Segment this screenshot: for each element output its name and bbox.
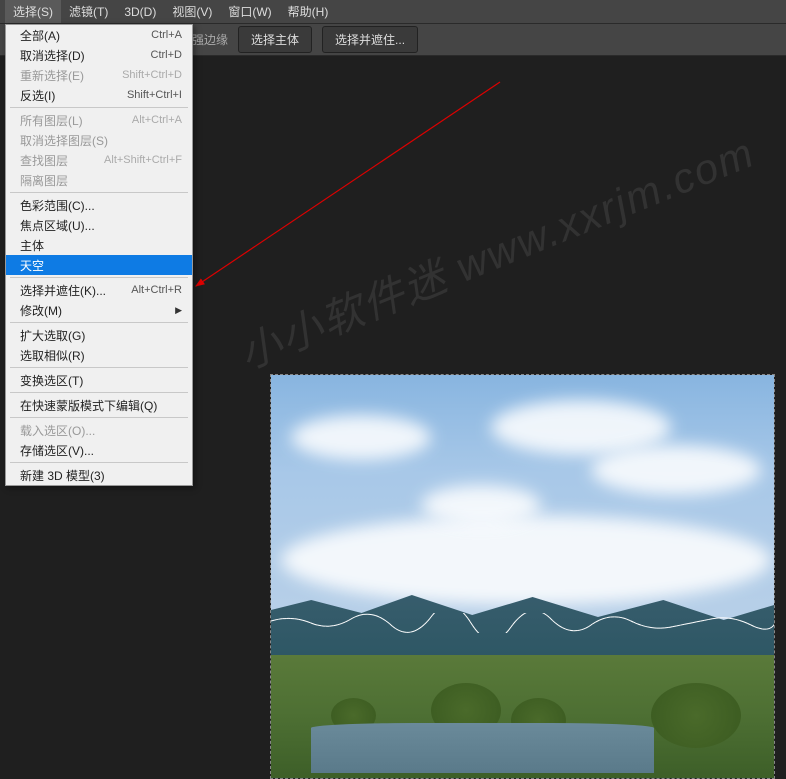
menu-item-label: 反选(I)	[20, 87, 55, 104]
menu-item-label: 天空	[20, 257, 44, 274]
menu-item-label: 色彩范围(C)...	[20, 197, 95, 214]
menu-separator	[10, 322, 188, 323]
menu-item: 隔离图层	[6, 170, 192, 190]
menu-select[interactable]: 选择(S)	[5, 0, 61, 23]
menu-separator	[10, 277, 188, 278]
menu-item[interactable]: 选取相似(R)	[6, 345, 192, 365]
menu-separator	[10, 392, 188, 393]
menu-item[interactable]: 反选(I) Shift+Ctrl+I	[6, 85, 192, 105]
menu-shortcut: Alt+Shift+Ctrl+F	[104, 154, 182, 166]
menu-item-label: 隔离图层	[20, 172, 68, 189]
water-region	[311, 723, 654, 773]
menu-item[interactable]: 色彩范围(C)...	[6, 195, 192, 215]
menu-item[interactable]: 选择并遮住(K)... Alt+Ctrl+R	[6, 280, 192, 300]
menu-shortcut: Ctrl+D	[151, 49, 182, 61]
menu-item-label: 选择并遮住(K)...	[20, 282, 106, 299]
menu-separator	[10, 417, 188, 418]
ground-region	[271, 655, 774, 778]
chevron-right-icon: ▶	[175, 305, 182, 316]
menu-separator	[10, 107, 188, 108]
menu-filter[interactable]: 滤镜(T)	[61, 0, 116, 23]
menu-item[interactable]: 取消选择(D) Ctrl+D	[6, 45, 192, 65]
menu-item[interactable]: 天空	[6, 255, 192, 275]
sky-region	[271, 375, 774, 623]
selection-marquee	[271, 613, 775, 633]
menu-item-label: 载入选区(O)...	[20, 422, 95, 439]
menu-item[interactable]: 主体	[6, 235, 192, 255]
menu-separator	[10, 367, 188, 368]
menu-shortcut: Alt+Ctrl+R	[131, 284, 182, 296]
menu-item-label: 全部(A)	[20, 27, 60, 44]
menu-separator	[10, 192, 188, 193]
menubar: 选择(S) 滤镜(T) 3D(D) 视图(V) 窗口(W) 帮助(H)	[0, 0, 786, 24]
menu-item: 重新选择(E) Shift+Ctrl+D	[6, 65, 192, 85]
select-dropdown-menu: 全部(A) Ctrl+A 取消选择(D) Ctrl+D 重新选择(E) Shift+Ctr…	[5, 24, 193, 486]
select-subject-button[interactable]: 选择主体	[238, 26, 312, 53]
menu-item-label: 在快速蒙版模式下编辑(Q)	[20, 397, 157, 414]
menu-item-label: 取消选择图层(S)	[20, 132, 108, 149]
document-image[interactable]	[270, 374, 775, 779]
select-and-mask-button[interactable]: 选择并遮住...	[322, 26, 418, 53]
menu-3d[interactable]: 3D(D)	[116, 2, 164, 22]
menu-item: 查找图层 Alt+Shift+Ctrl+F	[6, 150, 192, 170]
menu-item-label: 焦点区域(U)...	[20, 217, 95, 234]
menu-item[interactable]: 新建 3D 模型(3)	[6, 465, 192, 485]
menu-shortcut: Shift+Ctrl+I	[127, 89, 182, 101]
menu-item[interactable]: 修改(M) ▶	[6, 300, 192, 320]
menu-item-label: 存储选区(V)...	[20, 442, 94, 459]
menu-shortcut: Shift+Ctrl+D	[122, 69, 182, 81]
menu-item-label: 扩大选取(G)	[20, 327, 85, 344]
menu-item[interactable]: 全部(A) Ctrl+A	[6, 25, 192, 45]
toolbar-label: 强边缘	[192, 31, 228, 48]
menu-item-label: 变换选区(T)	[20, 372, 83, 389]
menu-item[interactable]: 焦点区域(U)...	[6, 215, 192, 235]
menu-item[interactable]: 存储选区(V)...	[6, 440, 192, 460]
menu-item-label: 修改(M)	[20, 302, 62, 319]
menu-item-label: 重新选择(E)	[20, 67, 84, 84]
menu-help[interactable]: 帮助(H)	[280, 0, 337, 23]
menu-item: 载入选区(O)...	[6, 420, 192, 440]
menu-item-label: 查找图层	[20, 152, 68, 169]
menu-window[interactable]: 窗口(W)	[220, 0, 279, 23]
menu-shortcut: Alt+Ctrl+A	[132, 114, 182, 126]
menu-item[interactable]: 扩大选取(G)	[6, 325, 192, 345]
menu-item[interactable]: 在快速蒙版模式下编辑(Q)	[6, 395, 192, 415]
menu-view[interactable]: 视图(V)	[164, 0, 220, 23]
menu-item-label: 主体	[20, 237, 44, 254]
menu-item-label: 选取相似(R)	[20, 347, 85, 364]
menu-item-label: 取消选择(D)	[20, 47, 85, 64]
menu-item[interactable]: 变换选区(T)	[6, 370, 192, 390]
menu-item-label: 新建 3D 模型(3)	[20, 467, 105, 484]
menu-separator	[10, 462, 188, 463]
menu-item: 所有图层(L) Alt+Ctrl+A	[6, 110, 192, 130]
menu-item: 取消选择图层(S)	[6, 130, 192, 150]
menu-shortcut: Ctrl+A	[151, 29, 182, 41]
menu-item-label: 所有图层(L)	[20, 112, 83, 129]
